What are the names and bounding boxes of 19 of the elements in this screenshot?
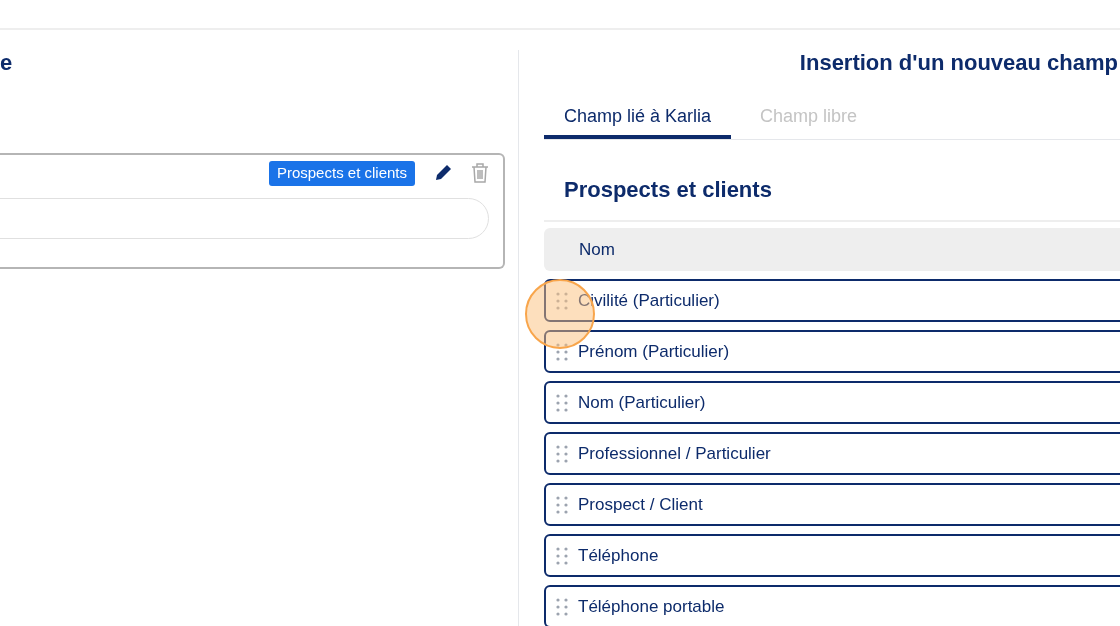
dialog-title: Insertion d'un nouveau champ bbox=[799, 50, 1118, 76]
field-list-item[interactable]: Nom (Particulier) bbox=[544, 381, 1120, 424]
drag-handle-icon[interactable] bbox=[556, 341, 568, 362]
drag-handle-icon[interactable] bbox=[556, 545, 568, 566]
drag-handle-icon[interactable] bbox=[556, 290, 568, 311]
tab[interactable]: Champ lié à Karlia bbox=[544, 97, 732, 139]
panel-title: e bbox=[0, 50, 14, 76]
category-badge: Prospects et clients bbox=[268, 161, 415, 186]
trash-icon[interactable] bbox=[471, 162, 489, 185]
field-list-item[interactable]: Prospect / Client bbox=[544, 483, 1120, 526]
section-title: Prospects et clients bbox=[564, 177, 772, 202]
drag-handle-icon[interactable] bbox=[556, 494, 568, 515]
field-list-item[interactable]: Professionnel / Particulier bbox=[544, 432, 1120, 475]
field-list-item[interactable]: Prénom (Particulier) bbox=[544, 330, 1120, 373]
drag-handle-icon[interactable] bbox=[556, 443, 568, 464]
field-list-item[interactable]: Téléphone bbox=[544, 534, 1120, 577]
drag-handle-icon[interactable] bbox=[556, 392, 568, 413]
field-list-item[interactable]: Téléphone portable bbox=[544, 585, 1120, 626]
drag-handle-icon[interactable] bbox=[556, 596, 568, 617]
